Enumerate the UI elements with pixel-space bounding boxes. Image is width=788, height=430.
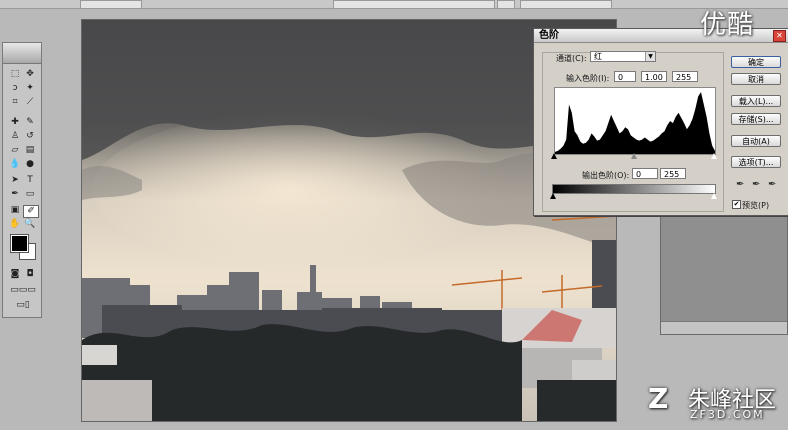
menu-strip [0, 0, 788, 9]
input-white-field[interactable]: 255 [672, 71, 698, 82]
slice-tool-icon[interactable]: ⟋ [23, 97, 37, 108]
gray-eyedropper-icon[interactable]: ✒ [752, 179, 760, 190]
options-bar-segment [520, 0, 612, 9]
notes-tool-icon[interactable]: ▣ [8, 205, 22, 216]
brush-tool-icon[interactable]: ✎ [23, 117, 37, 128]
save-button[interactable]: 存储(S)... [731, 113, 781, 125]
preview-label: 预览(P) [742, 201, 770, 210]
levels-dialog[interactable]: 色阶 ✕ 通道(C): 红 ▼ 输入色阶(I): 0 1.00 255 输出色阶… [533, 28, 788, 216]
output-gradient-bar [552, 184, 716, 194]
layers-panel-footer [661, 321, 787, 334]
chevron-down-icon: ▼ [645, 52, 655, 61]
output-white-slider[interactable] [711, 193, 717, 199]
history-brush-tool-icon[interactable]: ↺ [23, 131, 37, 142]
magic-wand-tool-icon[interactable]: ✦ [23, 83, 37, 94]
eyedropper-tool-icon[interactable]: ✐ [23, 205, 39, 218]
black-eyedropper-icon[interactable]: ✒ [736, 179, 744, 190]
histogram-graph [555, 92, 715, 154]
jump-to-imageready-icon[interactable]: ▭▯ [8, 300, 38, 311]
standard-mode-icon[interactable]: ◘ [23, 269, 37, 280]
input-gamma-field[interactable]: 1.00 [641, 71, 667, 82]
toolbox-panel: ⬚ ✥ ↄ ✦ ⌗ ⟋ ✚ ✎ ♙ ↺ ▱ ▤ 💧 ● ➤ T ✒ ▭ ▣ ✐ … [2, 42, 42, 318]
eraser-tool-icon[interactable]: ▱ [8, 145, 22, 156]
brand-logo-icon: Z [648, 382, 669, 415]
brand-site: ZF3D.COM [690, 408, 765, 421]
shape-tool-icon[interactable]: ▭ [23, 189, 37, 200]
healing-brush-tool-icon[interactable]: ✚ [8, 117, 22, 128]
channel-select[interactable]: 红 ▼ [590, 51, 656, 62]
channel-select-value: 红 [594, 52, 602, 61]
blur-tool-icon[interactable]: 💧 [8, 159, 22, 170]
input-gamma-slider[interactable] [631, 153, 637, 159]
path-selection-tool-icon[interactable]: ➤ [8, 175, 22, 186]
histogram-area [555, 92, 715, 154]
output-white-field[interactable]: 255 [660, 168, 686, 179]
preview-checkbox[interactable]: ✔ [732, 200, 741, 209]
layers-panel[interactable] [660, 215, 788, 335]
lasso-tool-icon[interactable]: ↄ [8, 83, 22, 94]
gradient-tool-icon[interactable]: ▤ [23, 145, 37, 156]
foreground-color-swatch[interactable] [10, 234, 29, 253]
output-levels-label: 输出色阶(O): [582, 171, 630, 180]
crop-tool-icon[interactable]: ⌗ [8, 97, 22, 108]
options-bar-segment [497, 0, 515, 9]
zoom-tool-icon[interactable]: 🔍 [23, 219, 37, 230]
input-black-slider[interactable] [551, 153, 557, 159]
cancel-button[interactable]: 取消 [731, 73, 781, 85]
channel-label: 通道(C): [556, 54, 587, 63]
histogram [554, 87, 716, 155]
white-eyedropper-icon[interactable]: ✒ [768, 179, 776, 190]
ok-button[interactable]: 确定 [731, 56, 781, 68]
video-watermark: 优酷 [700, 10, 755, 40]
type-tool-icon[interactable]: T [23, 175, 37, 186]
options-button[interactable]: 选项(T)... [731, 156, 781, 168]
marquee-tool-icon[interactable]: ⬚ [8, 69, 22, 80]
close-icon[interactable]: ✕ [773, 30, 786, 42]
auto-button[interactable]: 自动(A) [731, 135, 781, 147]
options-bar-segment [80, 0, 142, 9]
output-black-field[interactable]: 0 [632, 168, 658, 179]
load-button[interactable]: 载入(L)... [731, 95, 781, 107]
pen-tool-icon[interactable]: ✒ [8, 189, 22, 200]
options-bar-segment [333, 0, 495, 9]
input-black-field[interactable]: 0 [614, 71, 636, 82]
input-levels-label: 输入色阶(I): [566, 74, 610, 83]
input-white-slider[interactable] [711, 153, 717, 159]
clone-stamp-tool-icon[interactable]: ♙ [8, 131, 22, 142]
output-black-slider[interactable] [550, 193, 556, 199]
quick-mask-icon[interactable]: ◙ [8, 269, 22, 280]
toolbox-header[interactable] [3, 43, 41, 64]
move-tool-icon[interactable]: ✥ [23, 69, 37, 80]
dodge-tool-icon[interactable]: ● [23, 159, 37, 170]
screen-mode-icon[interactable]: ▭▭▭ [8, 285, 38, 296]
hand-tool-icon[interactable]: ✋ [8, 219, 22, 230]
